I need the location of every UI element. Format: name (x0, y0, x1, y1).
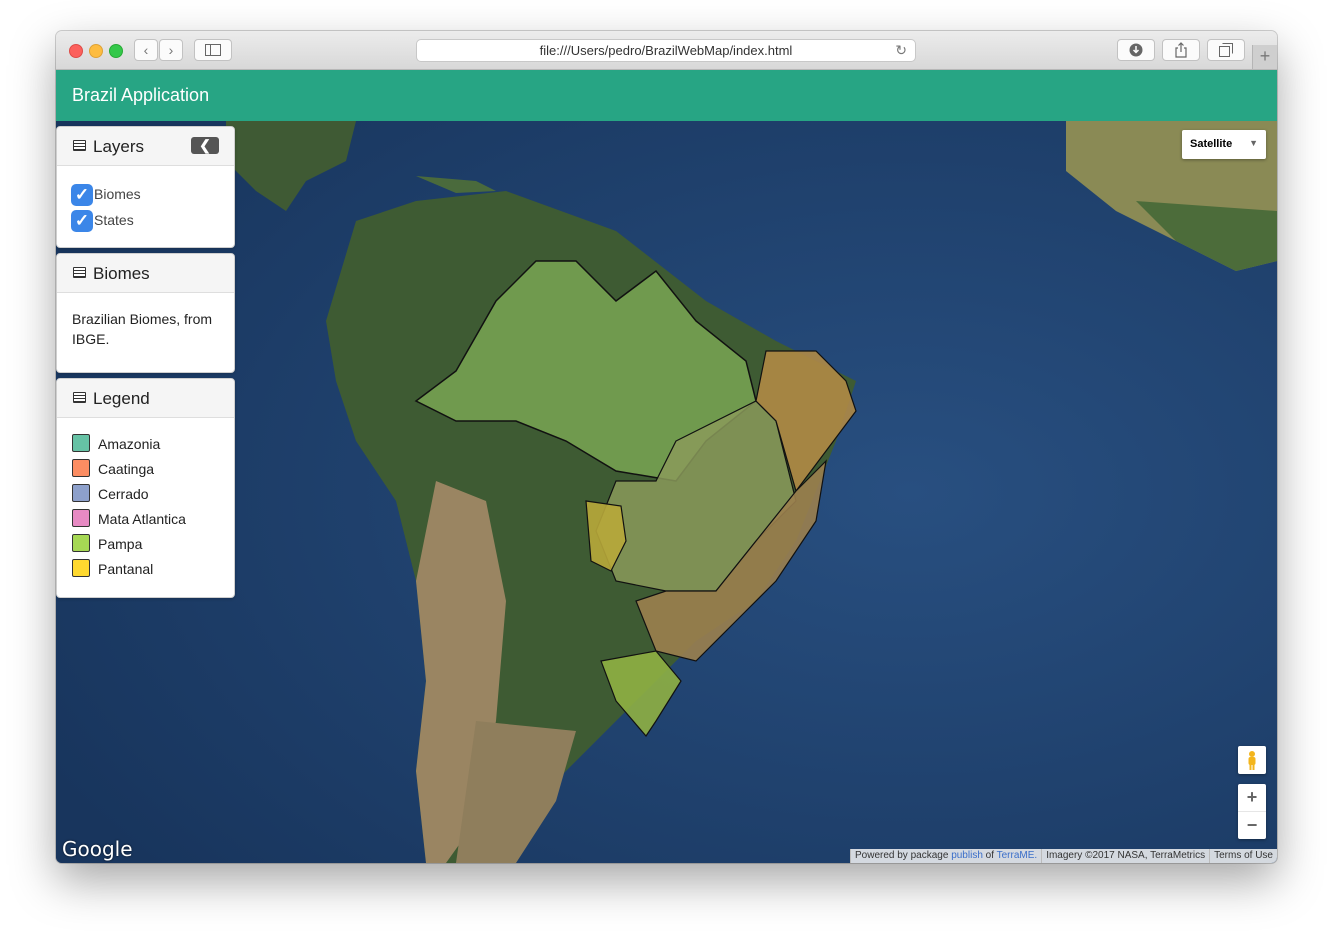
address-text: file:///Users/pedro/BrazilWebMap/index.h… (539, 43, 793, 58)
biomes-description: Brazilian Biomes, from IBGE. (72, 311, 213, 347)
publish-link[interactable]: publish (951, 850, 983, 861)
layer-label: States (94, 212, 134, 228)
collapse-panel-button[interactable]: ❮ (191, 137, 219, 154)
imagery-credit: Imagery ©2017 NASA, TerraMetrics (1041, 849, 1210, 863)
biomes-panel: Biomes Brazilian Biomes, from IBGE. (56, 253, 235, 373)
downloads-button[interactable] (1117, 39, 1155, 61)
minimize-window-button[interactable] (89, 44, 103, 58)
dropdown-caret-icon: ▼ (1249, 138, 1258, 148)
layers-panel-header: Layers ❮ (57, 127, 234, 166)
terrame-link[interactable]: TerraME. (997, 850, 1038, 861)
browser-toolbar: ‹ › file:///Users/pedro/BrazilWebMap/ind… (56, 31, 1277, 70)
chevron-left-icon: ❮ (199, 137, 211, 153)
legend-label: Pantanal (98, 561, 154, 577)
zoom-in-button[interactable]: + (1238, 784, 1266, 812)
biomes-checkbox[interactable]: ✓ (71, 184, 93, 206)
layer-item-biomes[interactable]: ✓ Biomes (57, 182, 234, 208)
legend-label: Amazonia (98, 436, 161, 452)
legend-label: Caatinga (98, 461, 155, 477)
layers-panel-title: Layers (93, 137, 145, 156)
legend-panel: Legend Amazonia Caatinga Cerrado Mata At… (56, 378, 235, 598)
legend-swatch (72, 559, 90, 577)
layer-label: Biomes (94, 186, 141, 202)
powered-prefix: Powered by package (855, 850, 949, 861)
download-icon (1129, 43, 1143, 57)
map-type-select[interactable]: Satellite ▼ (1182, 130, 1266, 159)
street-view-button[interactable] (1238, 746, 1266, 774)
reload-icon[interactable]: ↻ (895, 40, 907, 61)
list-icon (73, 140, 86, 151)
legend-swatch (72, 534, 90, 552)
legend-item-mata-atlantica: Mata Atlantica (57, 507, 234, 532)
legend-panel-title: Legend (93, 389, 150, 408)
close-window-button[interactable] (69, 44, 83, 58)
new-tab-button[interactable]: + (1252, 45, 1277, 69)
layers-list: ✓ Biomes ✓ States (57, 166, 234, 234)
biomes-panel-header: Biomes (57, 254, 234, 293)
sidebar-icon (205, 44, 221, 56)
browser-window: ‹ › file:///Users/pedro/BrazilWebMap/ind… (56, 31, 1277, 863)
map-type-label: Satellite (1190, 138, 1233, 150)
terms-of-use-link[interactable]: Terms of Use (1209, 849, 1277, 863)
address-bar[interactable]: file:///Users/pedro/BrazilWebMap/index.h… (416, 39, 916, 62)
legend-list: Amazonia Caatinga Cerrado Mata Atlantica… (57, 418, 234, 582)
legend-item-cerrado: Cerrado (57, 482, 234, 507)
layers-panel: Layers ❮ ✓ Biomes ✓ States (56, 126, 235, 248)
legend-label: Mata Atlantica (98, 511, 186, 527)
legend-item-amazonia: Amazonia (57, 432, 234, 457)
app-header: Brazil Application (56, 70, 1277, 121)
forward-button[interactable]: › (159, 39, 183, 61)
layer-item-states[interactable]: ✓ States (57, 208, 234, 234)
of-text: of (985, 850, 995, 861)
legend-swatch (72, 434, 90, 452)
sidebar-toggle-button[interactable] (194, 39, 232, 61)
chevron-right-icon: › (168, 42, 174, 58)
legend-item-pantanal: Pantanal (57, 557, 234, 582)
legend-swatch (72, 484, 90, 502)
google-logo: Google (62, 837, 133, 861)
share-icon (1175, 42, 1187, 58)
map-canvas[interactable]: Layers ❮ ✓ Biomes ✓ States Biomes Brazil… (56, 121, 1277, 863)
list-icon (73, 267, 86, 278)
app-title: Brazil Application (72, 85, 210, 105)
back-button[interactable]: ‹ (134, 39, 158, 61)
pegman-icon (1248, 751, 1256, 770)
satellite-imagery (56, 121, 1277, 863)
powered-by-text: Powered by package publish of TerraME. (850, 849, 1042, 863)
biomes-panel-title: Biomes (93, 264, 150, 283)
legend-swatch (72, 509, 90, 527)
legend-swatch (72, 459, 90, 477)
share-button[interactable] (1162, 39, 1200, 61)
legend-label: Cerrado (98, 486, 149, 502)
zoom-window-button[interactable] (109, 44, 123, 58)
legend-item-caatinga: Caatinga (57, 457, 234, 482)
legend-panel-header: Legend (57, 379, 234, 418)
list-icon (73, 392, 86, 403)
legend-label: Pampa (98, 536, 143, 552)
tabs-overview-button[interactable] (1207, 39, 1245, 61)
zoom-control: + − (1238, 784, 1266, 839)
map-attribution: Powered by package publish of TerraME. Im… (850, 849, 1277, 863)
tabs-icon (1219, 43, 1233, 57)
zoom-out-button[interactable]: − (1238, 812, 1266, 839)
chevron-left-icon: ‹ (143, 42, 149, 58)
states-checkbox[interactable]: ✓ (71, 210, 93, 232)
legend-item-pampa: Pampa (57, 532, 234, 557)
